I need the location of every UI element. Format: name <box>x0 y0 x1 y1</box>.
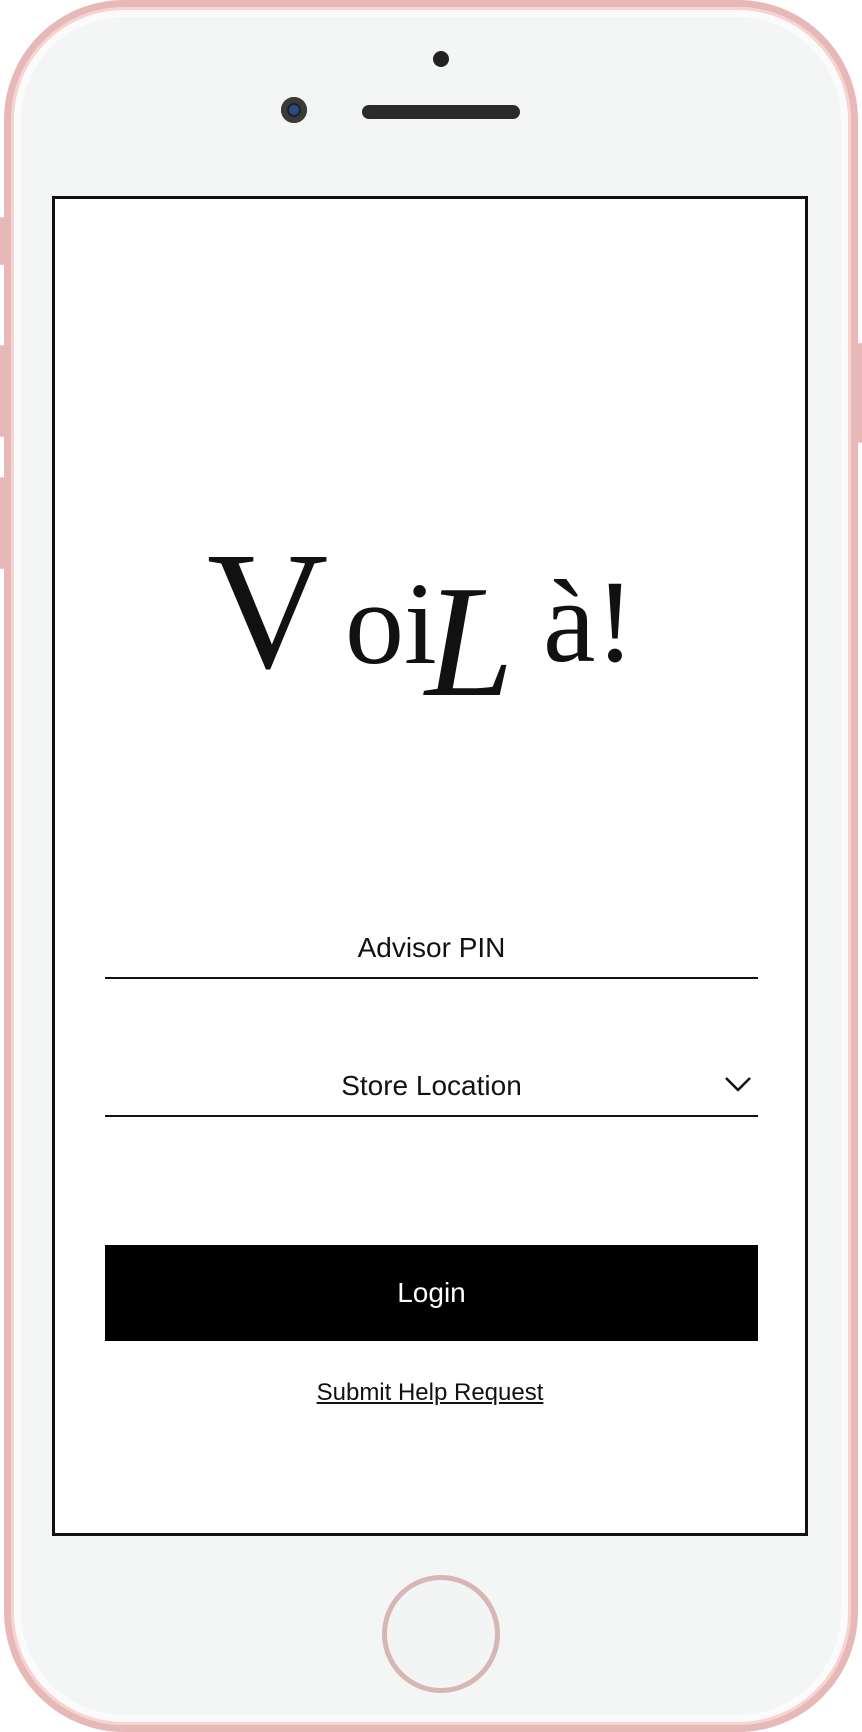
store-location-placeholder: Store Location <box>341 1070 522 1101</box>
proximity-sensor <box>433 51 449 67</box>
svg-text:V: V <box>207 519 328 704</box>
login-button[interactable]: Login <box>105 1245 758 1341</box>
power-button <box>857 343 862 443</box>
svg-text:L: L <box>423 552 514 719</box>
svg-text:oi: oi <box>345 558 437 689</box>
home-button[interactable] <box>382 1575 500 1693</box>
advisor-pin-field[interactable]: Advisor PIN <box>105 919 758 979</box>
app-screen: V oi L à! Advisor PIN Store Location Log… <box>52 196 808 1536</box>
mute-switch <box>0 217 5 265</box>
advisor-pin-placeholder: Advisor PIN <box>357 932 506 963</box>
voila-logo: V oi L à! <box>207 519 635 719</box>
svg-text:à!: à! <box>543 556 635 687</box>
chevron-down-icon[interactable] <box>724 1073 752 1095</box>
store-location-select[interactable]: Store Location <box>105 1057 758 1117</box>
front-camera <box>281 97 307 123</box>
volume-down-button <box>0 477 5 569</box>
earpiece-speaker <box>362 105 520 119</box>
volume-up-button <box>0 345 5 437</box>
submit-help-request-link[interactable]: Submit Help Request <box>55 1379 805 1407</box>
